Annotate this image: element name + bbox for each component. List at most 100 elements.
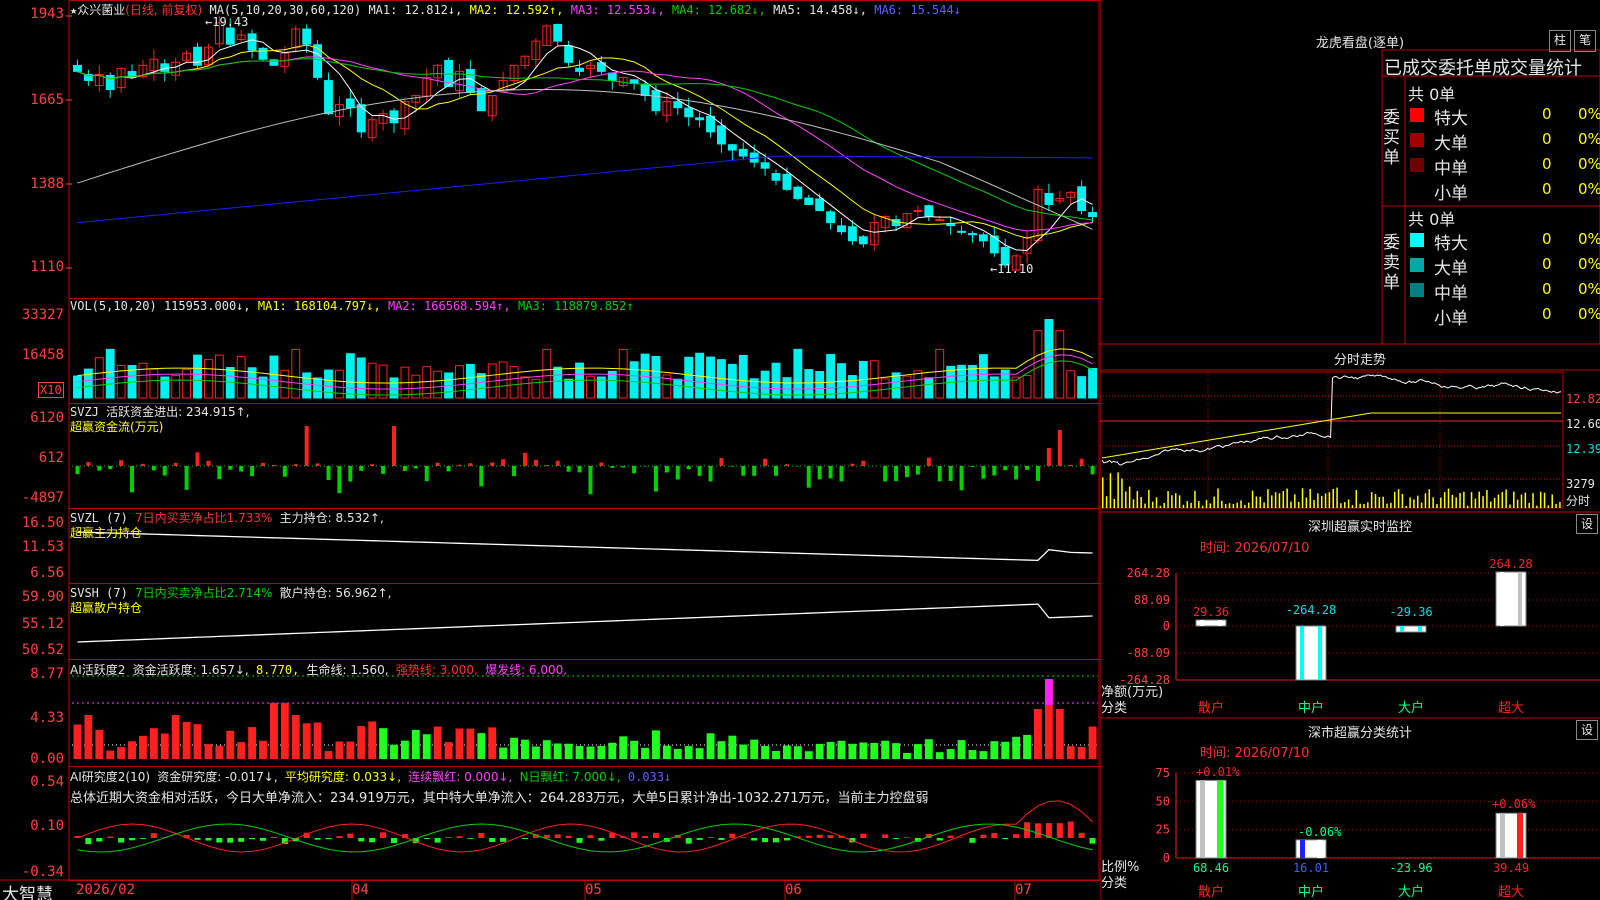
- research-bar: [194, 838, 201, 840]
- order-name: 小单: [1434, 309, 1468, 329]
- main-chart-canvas[interactable]: [0, 0, 1100, 900]
- sc-bar-accent2-3: [1517, 813, 1523, 858]
- volume-bar: [913, 370, 923, 399]
- research-bar: [85, 838, 92, 844]
- bar-mode-button[interactable]: 柱: [1549, 30, 1571, 52]
- flow-bar: [391, 426, 396, 466]
- intraday-vol-bar: [1224, 504, 1227, 508]
- activity-bar: [990, 741, 999, 759]
- flow-bar: [981, 466, 986, 479]
- sz-time: 时间: 2026/07/10: [1200, 541, 1310, 556]
- intraday-vol-bar: [1167, 491, 1169, 508]
- order-row-2: 中单 0 0%: [1408, 154, 1600, 179]
- volume-bar: [520, 376, 530, 399]
- volume-bar: [356, 357, 366, 399]
- research-bar: [358, 838, 365, 842]
- stock-name[interactable]: 众兴菌业: [77, 3, 125, 17]
- research-bar: [1013, 834, 1020, 838]
- volume-bar: [618, 348, 628, 399]
- svzl-subtitle: 超赢主力持仓: [70, 526, 143, 540]
- activity-bar: [149, 728, 158, 759]
- intraday-vol-bar: [1263, 502, 1265, 508]
- order-name: 中单: [1434, 284, 1468, 304]
- main-hold-line: [77, 531, 1093, 562]
- sz-bar-accent2-3: [1518, 572, 1522, 626]
- price-tick-1: 1943: [30, 6, 64, 22]
- sc-time: 时间: 2026/07/10: [1200, 746, 1310, 761]
- order-swatch: [1410, 108, 1424, 122]
- flow-bar: [904, 466, 909, 478]
- sc-settings-button[interactable]: 设: [1576, 720, 1598, 740]
- activity-bar: [1001, 741, 1010, 759]
- ai1-tick-1: 8.77: [30, 666, 64, 682]
- candle-body: [978, 234, 988, 242]
- intraday-vol-bar: [1501, 492, 1504, 508]
- candle-body: [717, 125, 726, 145]
- svzl-tick-1: 16.50: [21, 515, 64, 531]
- intraday-vol-bar: [1155, 497, 1158, 508]
- intraday-vol-bar: [1290, 501, 1292, 508]
- intraday-vol-bar: [1278, 493, 1281, 508]
- sz-bar-accent2-2: [1418, 626, 1422, 632]
- volume-bar: [193, 354, 202, 399]
- intraday-avg-line: [1101, 412, 1562, 459]
- activity-bar: [662, 745, 671, 759]
- intraday-vol-bar: [1513, 491, 1515, 508]
- pen-mode-button[interactable]: 笔: [1574, 30, 1596, 52]
- intraday-vol-bar: [1436, 504, 1438, 508]
- activity-bar: [1012, 736, 1021, 759]
- intraday-vol-bar: [1309, 488, 1311, 508]
- activity-bar: [411, 729, 420, 759]
- activity-bar: [772, 750, 780, 759]
- activity-bar: [750, 739, 759, 759]
- volume-bar: [509, 365, 519, 399]
- svsh-ratio: 7日内买卖净占比2.714%: [135, 586, 273, 600]
- activity-bar: [160, 733, 169, 759]
- research-bar: [434, 838, 441, 843]
- svzj-value: 活跃资金进出: 234.915↑,: [106, 405, 250, 419]
- flow-bar: [413, 466, 418, 469]
- sz-settings-button[interactable]: 设: [1576, 514, 1598, 534]
- volume-bar: [935, 348, 945, 399]
- research-bar: [783, 838, 790, 841]
- flow-bar: [446, 466, 451, 472]
- period-mode[interactable]: (日线, 前复权): [125, 3, 202, 17]
- flow-bar: [75, 466, 80, 475]
- svzj-subtitle: 超赢资金流(万元): [70, 420, 164, 434]
- candle-body: [651, 90, 661, 112]
- research-bar: [347, 833, 354, 838]
- volume-bar: [1088, 367, 1097, 399]
- research-bar: [991, 832, 998, 838]
- flow-bar: [304, 426, 309, 466]
- activity-bar: [892, 743, 901, 759]
- intraday-vol-bar: [1117, 472, 1119, 508]
- intraday-vol-bar: [1190, 502, 1192, 508]
- volume-bar: [302, 372, 312, 399]
- flow-bar: [1057, 430, 1062, 466]
- flow-bar: [293, 464, 298, 466]
- flow-bar: [948, 466, 953, 482]
- volume-bar: [345, 353, 355, 399]
- activity-bar: [357, 726, 366, 759]
- intraday-vol-bar: [1232, 503, 1235, 508]
- flow-bar: [708, 466, 713, 482]
- intraday-vol-bar: [1478, 491, 1480, 508]
- flow-bar: [719, 458, 724, 466]
- activity-bar: [510, 737, 518, 759]
- buy-total: 共 0单: [1408, 85, 1456, 104]
- volume-bar: [673, 378, 683, 399]
- sc-xlabel: 分类: [1101, 876, 1128, 891]
- intraday-vol-bar: [1397, 489, 1400, 508]
- intraday-vol-bar: [1336, 487, 1338, 508]
- activity-bar: [368, 721, 377, 759]
- research-bar: [107, 836, 114, 838]
- activity-bar: [924, 739, 933, 759]
- volume-bar: [476, 373, 486, 399]
- intraday-vol-bar: [1240, 500, 1242, 508]
- intraday-vol-bar: [1417, 495, 1419, 508]
- research-bar: [129, 838, 136, 841]
- research-bar: [729, 833, 736, 838]
- volume-bar: [738, 354, 748, 399]
- flow-bar: [697, 466, 702, 476]
- order-stat-title: 已成交委托单成交量统计: [1384, 58, 1582, 79]
